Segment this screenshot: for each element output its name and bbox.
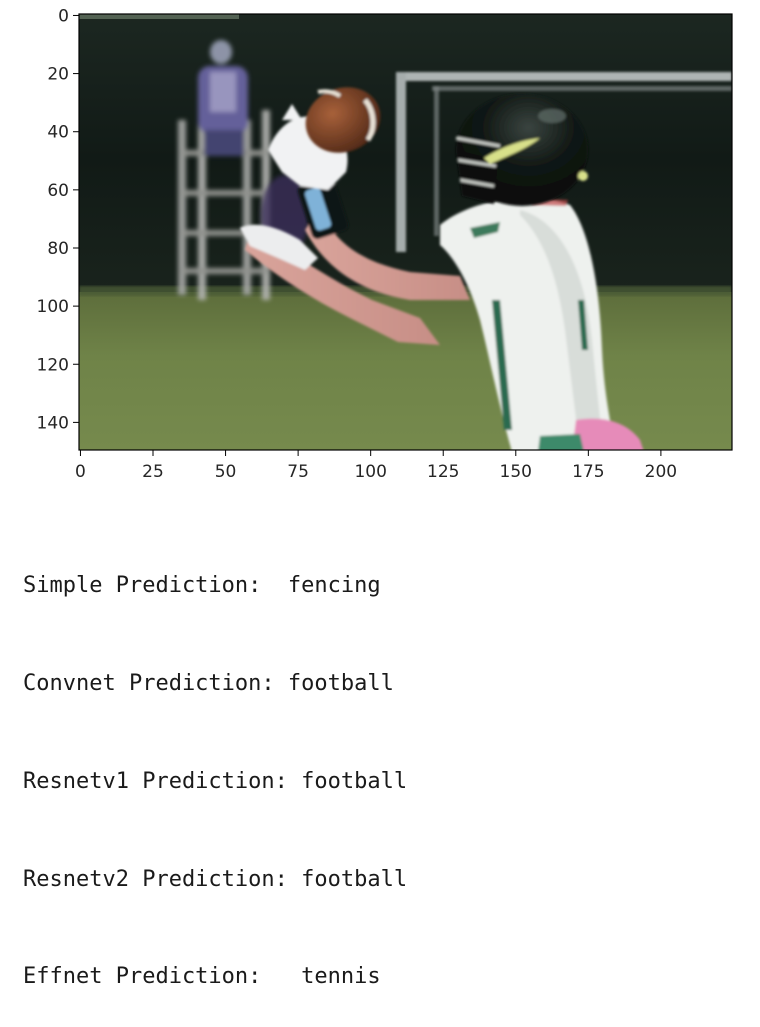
y-tick-label: 20: [47, 65, 69, 85]
x-tick-label: 175: [572, 462, 604, 482]
x-axis: 0 25 50 75 100 125 150 175 200: [75, 450, 677, 482]
x-tick-label: 75: [287, 462, 309, 482]
x-tick-label: 150: [500, 462, 532, 482]
resnetv1-prediction-line: Resnetv1 Prediction: football: [23, 768, 408, 794]
y-tick-label: 120: [37, 355, 69, 375]
cell-output: Simple Prediction: fencing Convnet Predi…: [23, 505, 407, 1027]
x-tick-label: 0: [75, 462, 86, 482]
effnet-prediction-line: Effnet Prediction: tennis: [23, 964, 381, 990]
resnetv2-prediction-line: Resnetv2 Prediction: football: [23, 866, 408, 892]
y-tick-label: 40: [47, 123, 69, 143]
y-tick-label: 140: [37, 413, 69, 433]
convnet-prediction-line: Convnet Prediction: football: [23, 670, 394, 696]
x-tick-label: 50: [215, 462, 237, 482]
y-tick-label: 60: [47, 181, 69, 201]
simple-prediction-line: Simple Prediction: fencing: [23, 573, 381, 599]
x-tick-label: 25: [142, 462, 164, 482]
x-tick-label: 200: [645, 462, 677, 482]
x-tick-label: 100: [354, 462, 386, 482]
x-tick-label: 125: [427, 462, 459, 482]
image-plot: 0 25 50 75 100 125 150 175 200 0 20 40 60 80 100 120 14…: [37, 6, 733, 482]
y-tick-label: 80: [47, 239, 69, 259]
y-tick-label: 0: [58, 6, 69, 26]
y-tick-label: 100: [37, 297, 69, 317]
y-axis: 0 20 40 60 80 100 120 140: [37, 6, 79, 433]
photo-image: [79, 14, 732, 450]
